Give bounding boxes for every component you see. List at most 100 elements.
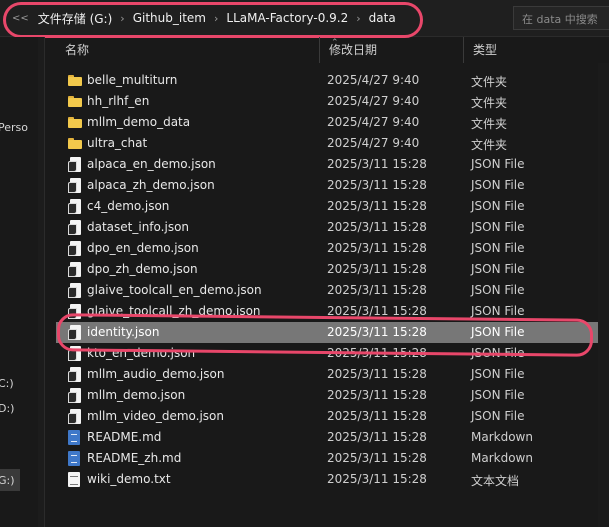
file-type: 文件夹 bbox=[471, 138, 508, 152]
file-modified-date: 2025/3/11 15:28 bbox=[327, 178, 427, 192]
file-modified-date: 2025/3/11 15:28 bbox=[327, 367, 427, 381]
breadcrumb-separator-icon[interactable]: › bbox=[115, 12, 129, 25]
file-row[interactable]: dpo_zh_demo.json 2025/3/11 15:28 JSON File bbox=[56, 259, 609, 280]
file-row[interactable]: mllm_audio_demo.json 2025/3/11 15:28 JSON … bbox=[56, 364, 609, 385]
file-type: JSON File bbox=[471, 346, 525, 360]
file-row[interactable]: belle_multiturn 2025/4/27 9:40 文件夹 bbox=[56, 70, 609, 91]
folder-icon bbox=[68, 94, 82, 108]
file-row[interactable]: README_zh.md 2025/3/11 15:28 Markdown bbox=[56, 448, 609, 469]
file-row[interactable]: ultra_chat 2025/4/27 9:40 文件夹 bbox=[56, 133, 609, 154]
json-file-icon bbox=[68, 283, 82, 298]
folder-icon bbox=[68, 73, 82, 87]
file-modified-date: 2025/3/11 15:28 bbox=[327, 304, 427, 318]
json-file-icon bbox=[68, 325, 82, 340]
file-list: belle_multiturn 2025/4/27 9:40 文件夹 hh_rlhf_… bbox=[56, 70, 609, 490]
file-row[interactable]: alpaca_en_demo.json 2025/3/11 15:28 JSON F… bbox=[56, 154, 609, 175]
file-modified-date: 2025/3/11 15:28 bbox=[327, 157, 427, 171]
file-modified-date: 2025/3/11 15:28 bbox=[327, 430, 427, 444]
folder-icon bbox=[68, 115, 82, 129]
search-input[interactable]: 在 data 中搜索 bbox=[513, 6, 609, 30]
nav-item-drive-c[interactable]: C:) bbox=[0, 377, 14, 390]
file-modified-date: 2025/3/11 15:28 bbox=[327, 346, 427, 360]
file-type: JSON File bbox=[471, 199, 525, 213]
json-file-icon bbox=[68, 157, 82, 172]
file-row[interactable]: README.md 2025/3/11 15:28 Markdown bbox=[56, 427, 609, 448]
file-modified-date: 2025/3/11 15:28 bbox=[327, 409, 427, 423]
file-row[interactable]: glaive_toolcall_zh_demo.json 2025/3/11 15… bbox=[56, 301, 609, 322]
vertical-scrollbar[interactable] bbox=[598, 63, 609, 527]
column-header-name[interactable]: 名称 bbox=[56, 37, 320, 63]
file-type: JSON File bbox=[471, 262, 525, 276]
file-modified-date: 2025/3/11 15:28 bbox=[327, 283, 427, 297]
file-type: JSON File bbox=[471, 325, 525, 339]
breadcrumb-separator-icon[interactable]: › bbox=[351, 12, 365, 25]
file-modified-date: 2025/3/11 15:28 bbox=[327, 451, 427, 465]
file-modified-date: 2025/4/27 9:40 bbox=[327, 115, 420, 129]
folder-icon bbox=[68, 136, 82, 150]
nav-item-drive-d[interactable]: D:) bbox=[0, 402, 14, 415]
file-name: ultra_chat bbox=[87, 136, 148, 150]
breadcrumb-data[interactable]: data bbox=[366, 11, 399, 25]
json-file-icon bbox=[68, 241, 82, 256]
file-modified-date: 2025/3/11 15:28 bbox=[327, 199, 427, 213]
file-type: JSON File bbox=[471, 157, 525, 171]
file-row[interactable]: mllm_demo.json 2025/3/11 15:28 JSON File bbox=[56, 385, 609, 406]
json-file-icon bbox=[68, 304, 82, 319]
file-name: wiki_demo.txt bbox=[87, 472, 171, 486]
hidden-path-chevron-icon[interactable]: << bbox=[12, 13, 29, 24]
file-row[interactable]: alpaca_zh_demo.json 2025/3/11 15:28 JSON F… bbox=[56, 175, 609, 196]
file-modified-date: 2025/3/11 15:28 bbox=[327, 241, 427, 255]
file-row[interactable]: c4_demo.json 2025/3/11 15:28 JSON File bbox=[56, 196, 609, 217]
file-row[interactable]: identity.json 2025/3/11 15:28 JSON File bbox=[56, 322, 609, 343]
json-file-icon bbox=[68, 262, 82, 277]
file-row[interactable]: dpo_en_demo.json 2025/3/11 15:28 JSON File bbox=[56, 238, 609, 259]
file-name: belle_multiturn bbox=[87, 73, 178, 87]
file-type: 文件夹 bbox=[471, 96, 508, 110]
file-row[interactable]: mllm_video_demo.json 2025/3/11 15:28 JSON … bbox=[56, 406, 609, 427]
breadcrumb-separator-icon[interactable]: › bbox=[209, 12, 223, 25]
breadcrumb-llama-factory[interactable]: LLaMA-Factory-0.9.2 bbox=[223, 11, 351, 25]
breadcrumb[interactable]: << 文件存储 (G:) › Github_item › LLaMA-Facto… bbox=[8, 6, 502, 30]
file-name: dpo_en_demo.json bbox=[87, 241, 199, 255]
nav-scrollbar[interactable] bbox=[38, 37, 44, 527]
address-bar[interactable]: << 文件存储 (G:) › Github_item › LLaMA-Facto… bbox=[0, 0, 609, 37]
file-row[interactable]: wiki_demo.txt 2025/3/11 15:28 文本文档 bbox=[56, 469, 609, 490]
file-type: JSON File bbox=[471, 241, 525, 255]
navigation-pane[interactable]: Perso C:) D:) G:) bbox=[0, 37, 45, 527]
file-row[interactable]: mllm_demo_data 2025/4/27 9:40 文件夹 bbox=[56, 112, 609, 133]
file-modified-date: 2025/3/11 15:28 bbox=[327, 472, 427, 486]
file-row[interactable]: dataset_info.json 2025/3/11 15:28 JSON Fil… bbox=[56, 217, 609, 238]
file-name: dpo_zh_demo.json bbox=[87, 262, 198, 276]
breadcrumb-drive-g[interactable]: 文件存储 (G:) bbox=[35, 10, 116, 27]
file-modified-date: 2025/4/27 9:40 bbox=[327, 136, 420, 150]
text-file-icon bbox=[68, 472, 82, 487]
file-type: JSON File bbox=[471, 283, 525, 297]
breadcrumb-github-item[interactable]: Github_item bbox=[130, 11, 209, 25]
json-file-icon bbox=[68, 388, 82, 403]
nav-item-drive-g[interactable]: G:) bbox=[0, 474, 15, 487]
file-name: mllm_video_demo.json bbox=[87, 409, 224, 423]
file-modified-date: 2025/4/27 9:40 bbox=[327, 94, 420, 108]
file-name: c4_demo.json bbox=[87, 199, 170, 213]
file-modified-date: 2025/3/11 15:28 bbox=[327, 220, 427, 234]
file-name: README.md bbox=[87, 430, 162, 444]
file-row[interactable]: hh_rlhf_en 2025/4/27 9:40 文件夹 bbox=[56, 91, 609, 112]
file-name: identity.json bbox=[87, 325, 160, 339]
file-modified-date: 2025/3/11 15:28 bbox=[327, 388, 427, 402]
markdown-file-icon bbox=[68, 430, 82, 445]
file-type: JSON File bbox=[471, 388, 525, 402]
file-name: mllm_demo.json bbox=[87, 388, 186, 402]
file-type: JSON File bbox=[471, 178, 525, 192]
file-row[interactable]: kto_en_demo.json 2025/3/11 15:28 JSON File bbox=[56, 343, 609, 364]
file-name: mllm_audio_demo.json bbox=[87, 367, 225, 381]
file-name: mllm_demo_data bbox=[87, 115, 191, 129]
file-name: kto_en_demo.json bbox=[87, 346, 196, 360]
column-header-date[interactable]: 修改日期 bbox=[320, 37, 464, 63]
file-type: JSON File bbox=[471, 367, 525, 381]
file-row[interactable]: glaive_toolcall_en_demo.json 2025/3/11 15… bbox=[56, 280, 609, 301]
file-name: glaive_toolcall_zh_demo.json bbox=[87, 304, 261, 318]
file-type: 文件夹 bbox=[471, 75, 508, 89]
file-name: dataset_info.json bbox=[87, 220, 190, 234]
column-header-type[interactable]: 类型 bbox=[464, 37, 609, 63]
nav-item-personal[interactable]: Perso bbox=[0, 121, 28, 134]
